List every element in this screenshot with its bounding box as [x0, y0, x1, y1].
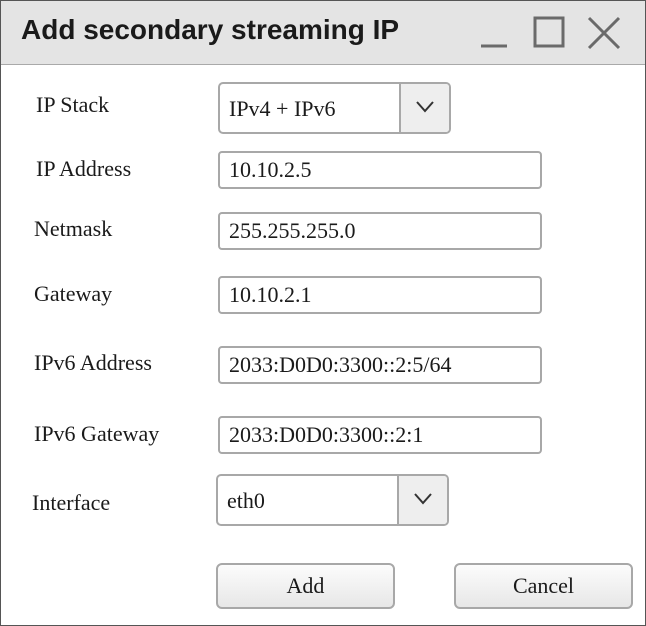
title-bar[interactable]: Add secondary streaming IP: [1, 1, 645, 65]
dialog-window: Add secondary streaming IP IP Stack IPv4…: [0, 0, 646, 626]
close-icon: [587, 16, 621, 50]
maximize-button[interactable]: [531, 14, 569, 52]
ip-stack-select[interactable]: IPv4 + IPv6: [218, 82, 451, 134]
add-button[interactable]: Add: [216, 563, 395, 609]
minimize-icon: [481, 44, 507, 48]
ipv6-gateway-field[interactable]: 2033:D0D0:3300::2:1: [218, 416, 542, 454]
gateway-label: Gateway: [34, 281, 113, 306]
ip-address-label: IP Address: [36, 156, 132, 181]
interface-value: eth0: [227, 488, 265, 513]
ip-address-field[interactable]: 10.10.2.5: [218, 151, 542, 189]
cancel-button[interactable]: Cancel: [454, 563, 633, 609]
maximize-icon: [533, 16, 565, 48]
chevron-down-icon: [416, 101, 434, 113]
ip-stack-dropdown-button[interactable]: [399, 84, 449, 132]
chevron-down-icon: [414, 493, 432, 505]
ip-stack-value: IPv4 + IPv6: [229, 96, 336, 121]
minimize-button[interactable]: [477, 14, 515, 52]
netmask-label: Netmask: [34, 216, 113, 241]
close-button[interactable]: [585, 14, 623, 52]
interface-dropdown-button[interactable]: [397, 476, 447, 524]
interface-select[interactable]: eth0: [216, 474, 449, 526]
ipv6-address-field[interactable]: 2033:D0D0:3300::2:5/64: [218, 346, 542, 384]
ipv6-address-label: IPv6 Address: [34, 350, 152, 375]
ip-stack-label: IP Stack: [36, 92, 110, 117]
ipv6-gateway-label: IPv6 Gateway: [34, 421, 160, 446]
netmask-field[interactable]: 255.255.255.0: [218, 212, 542, 250]
dialog-title: Add secondary streaming IP: [21, 14, 400, 45]
interface-label: Interface: [32, 490, 111, 515]
gateway-field[interactable]: 10.10.2.1: [218, 276, 542, 314]
